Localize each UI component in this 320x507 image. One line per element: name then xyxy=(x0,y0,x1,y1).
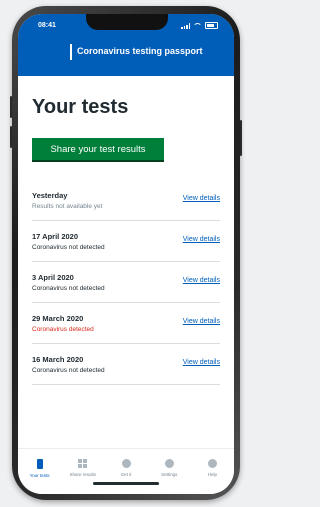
test-status: Coronavirus detected xyxy=(32,326,94,333)
test-status: Coronavirus not detected xyxy=(32,244,105,251)
view-details-link[interactable]: View details xyxy=(183,318,220,325)
help-icon xyxy=(207,459,217,468)
test-list: Yesterday Results not available yet View… xyxy=(18,180,234,385)
test-row: 16 March 2020 Coronavirus not detected V… xyxy=(32,344,220,385)
test-row: 29 March 2020 Coronavirus detected View … xyxy=(32,303,220,344)
header-logo-bar xyxy=(70,44,72,60)
test-status: Coronavirus not detected xyxy=(32,367,105,374)
tab-share-results[interactable]: Share results xyxy=(61,449,104,494)
header-title: Coronavirus testing passport xyxy=(77,46,203,56)
status-time: 08:41 xyxy=(38,22,56,29)
view-details-link[interactable]: View details xyxy=(183,359,220,366)
phone-power-button xyxy=(240,120,242,156)
test-row: 3 April 2020 Coronavirus not detected Vi… xyxy=(32,262,220,303)
test-status: Coronavirus not detected xyxy=(32,285,105,292)
tab-get-it[interactable]: Get it xyxy=(104,449,147,494)
phone-side-button xyxy=(10,126,12,148)
tab-label: Settings xyxy=(161,472,178,477)
test-row: Yesterday Results not available yet View… xyxy=(32,180,220,221)
phone-notch xyxy=(86,14,168,30)
home-indicator xyxy=(93,482,159,485)
signal-icon xyxy=(181,22,190,29)
tab-label: Get it xyxy=(120,472,132,477)
tab-label: Your tests xyxy=(29,473,50,478)
circle-icon xyxy=(121,459,131,468)
wifi-icon xyxy=(193,22,202,29)
share-results-button[interactable]: Share your test results xyxy=(32,138,164,162)
tab-help[interactable]: Help xyxy=(191,449,234,494)
grid-icon xyxy=(78,459,88,468)
battery-icon xyxy=(205,22,218,29)
test-row: 17 April 2020 Coronavirus not detected V… xyxy=(32,221,220,262)
document-icon xyxy=(36,459,43,469)
view-details-link[interactable]: View details xyxy=(183,195,220,202)
view-details-link[interactable]: View details xyxy=(183,236,220,243)
phone-side-button xyxy=(10,96,12,118)
page-title: Your tests xyxy=(32,96,129,118)
status-icons xyxy=(181,22,218,29)
tab-settings[interactable]: Settings xyxy=(148,449,191,494)
tab-bar: Your tests Share results Get it Settings… xyxy=(18,448,234,494)
tab-label: Help xyxy=(207,472,218,477)
app-screen: 08:41 Coronavirus testing passport Your … xyxy=(18,14,234,494)
test-status: Results not available yet xyxy=(32,203,103,210)
gear-icon xyxy=(164,459,174,468)
view-details-link[interactable]: View details xyxy=(183,277,220,284)
tab-label: Share results xyxy=(69,472,97,477)
tab-your-tests[interactable]: Your tests xyxy=(18,449,61,494)
